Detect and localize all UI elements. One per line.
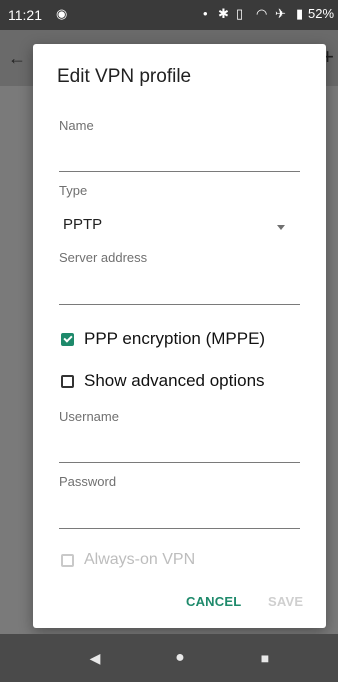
- show-advanced-checkbox[interactable]: [61, 374, 74, 388]
- battery-percent: 52%: [308, 6, 335, 21]
- wifi-icon: ◠: [256, 6, 268, 21]
- password-label: Password: [59, 474, 117, 489]
- sync-icon: ◉: [56, 6, 68, 21]
- nav-back-icon[interactable]: ◀: [75, 634, 115, 682]
- status-time: 11:21: [8, 7, 42, 23]
- ppp-encryption-checkbox[interactable]: [61, 332, 74, 346]
- edit-vpn-dialog: Edit VPN profile Name Type PPTP Server a…: [33, 44, 326, 628]
- name-label: Name: [59, 118, 94, 133]
- show-advanced-label[interactable]: Show advanced options: [84, 371, 265, 391]
- nav-home-icon[interactable]: ●: [160, 634, 200, 682]
- dot-icon: •: [203, 6, 208, 21]
- type-spinner[interactable]: PPTP: [63, 216, 102, 233]
- back-arrow-icon[interactable]: ←: [8, 48, 26, 69]
- airplane-icon: ✈: [275, 6, 286, 21]
- dialog-title: Edit VPN profile: [57, 66, 192, 87]
- type-label: Type: [59, 183, 88, 198]
- always-on-vpn-row: Always-on VPN: [61, 551, 195, 569]
- vibrate-icon: ▯: [236, 6, 244, 21]
- navigation-bar: ◀ ● ■: [0, 634, 338, 682]
- bluetooth-icon: ✱: [218, 6, 229, 21]
- cancel-button[interactable]: CANCEL: [186, 594, 241, 609]
- name-field[interactable]: [59, 171, 300, 172]
- ppp-encryption-label[interactable]: PPP encryption (MPPE): [84, 329, 265, 349]
- password-field[interactable]: [59, 528, 300, 529]
- always-on-vpn-label: Always-on VPN: [84, 551, 196, 568]
- dropdown-arrow-icon[interactable]: [277, 225, 285, 230]
- status-bar: 11:21 ◉ • ✱ ▯ ◠ ✈ ▮ 52%: [0, 0, 338, 30]
- ppp-encryption-checkbox-row[interactable]: PPP encryption (MPPE): [61, 329, 265, 349]
- battery-icon: ▮: [296, 6, 304, 21]
- server-address-label: Server address: [59, 250, 148, 265]
- always-on-vpn-checkbox: [61, 553, 74, 567]
- server-address-field[interactable]: [59, 304, 300, 305]
- nav-recents-icon[interactable]: ■: [245, 634, 285, 682]
- save-button: SAVE: [268, 594, 304, 609]
- show-advanced-checkbox-row[interactable]: Show advanced options: [61, 371, 265, 391]
- username-field[interactable]: [59, 462, 300, 463]
- username-label: Username: [59, 409, 119, 424]
